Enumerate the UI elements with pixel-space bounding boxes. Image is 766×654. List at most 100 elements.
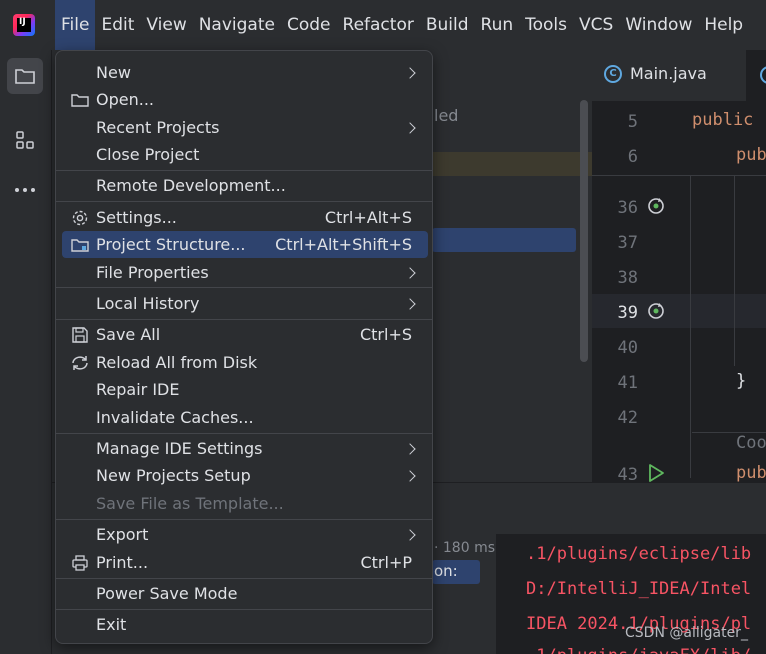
- selected-tree-row[interactable]: [432, 228, 576, 252]
- menu-item-label: Export: [96, 525, 149, 544]
- chevron-right-icon: [404, 121, 416, 134]
- menu-item-repair-ide[interactable]: Repair IDE: [62, 376, 428, 403]
- menu-item-recent-projects[interactable]: Recent Projects: [62, 114, 428, 141]
- menu-item-export[interactable]: Export: [62, 521, 428, 548]
- menu-separator: [56, 170, 432, 171]
- menu-item-file-properties[interactable]: File Properties: [62, 259, 428, 286]
- watermark-text: CSDN @alligater_: [625, 625, 748, 641]
- line-number: 41: [617, 373, 638, 393]
- structure-tool-button[interactable]: [7, 122, 43, 158]
- project-tool-button[interactable]: [7, 58, 43, 94]
- menu-navigate[interactable]: Navigate: [193, 0, 281, 50]
- highlighted-tree-row[interactable]: [432, 152, 592, 176]
- menu-item-label: Open...: [96, 90, 154, 109]
- menu-item-label: Exit: [96, 615, 127, 634]
- menu-item-new-projects-setup[interactable]: New Projects Setup: [62, 462, 428, 489]
- menu-item-label: Close Project: [96, 145, 200, 164]
- menu-item-label: Recent Projects: [96, 118, 220, 137]
- save-icon: [70, 325, 90, 345]
- code-brace: }: [736, 371, 747, 391]
- menu-edit[interactable]: Edit: [95, 0, 140, 50]
- menu-code[interactable]: Code: [281, 0, 337, 50]
- chevron-right-icon: [404, 442, 416, 455]
- line-number: 40: [617, 338, 638, 358]
- left-tool-strip: [0, 50, 52, 654]
- duration-text: · 180 ms: [434, 540, 496, 556]
- menu-refactor[interactable]: Refactor: [337, 0, 420, 50]
- menu-vcs[interactable]: VCS: [573, 0, 619, 50]
- menu-item-print[interactable]: Print... Ctrl+P: [62, 549, 428, 576]
- menu-file[interactable]: File: [55, 0, 96, 50]
- override-icon[interactable]: [646, 196, 666, 216]
- menu-item-invalidate-caches[interactable]: Invalidate Caches...: [62, 404, 428, 431]
- menu-separator: [56, 519, 432, 520]
- menu-view[interactable]: View: [140, 0, 192, 50]
- menu-separator: [56, 578, 432, 579]
- tab-main-java[interactable]: C Main.java: [604, 64, 707, 83]
- java-class-icon: C: [604, 64, 622, 83]
- menu-item-new[interactable]: New: [62, 59, 428, 86]
- menu-separator: [56, 287, 432, 288]
- menu-item-label: Save All: [96, 325, 161, 344]
- code-keyword: pub: [736, 145, 766, 165]
- folder-icon: [70, 90, 90, 110]
- menu-item-save-file-as-template: Save File as Template...: [62, 490, 428, 517]
- menu-item-shortcut: Ctrl+Alt+Shift+S: [275, 235, 412, 254]
- override-icon[interactable]: [646, 301, 666, 321]
- menu-window[interactable]: Window: [619, 0, 698, 50]
- menu-item-local-history[interactable]: Local History: [62, 290, 428, 317]
- menu-separator: [56, 201, 432, 202]
- console-line: D:/IntelliJ_IDEA/Intel: [526, 579, 752, 599]
- tab-label: Main.java: [630, 64, 707, 83]
- menu-item-label: File Properties: [96, 263, 209, 282]
- menu-item-label: Power Save Mode: [96, 584, 238, 603]
- structure-icon: [16, 131, 34, 149]
- menu-item-label: Manage IDE Settings: [96, 439, 263, 458]
- menu-item-reload-all[interactable]: Reload All from Disk: [62, 349, 428, 376]
- menu-item-power-save-mode[interactable]: Power Save Mode: [62, 580, 428, 607]
- menu-item-close-project[interactable]: Close Project: [62, 141, 428, 168]
- menu-item-remote-development[interactable]: Remote Development...: [62, 172, 428, 199]
- file-menu-dropdown: New Open... Recent Projects Close Projec…: [55, 50, 433, 644]
- menu-item-project-structure[interactable]: Project Structure... Ctrl+Alt+Shift+S: [62, 231, 428, 258]
- editor-tabbar: C Main.java: [592, 50, 766, 102]
- menu-separator: [56, 319, 432, 320]
- project-structure-icon: [70, 235, 90, 255]
- menu-item-label: Settings...: [96, 208, 177, 227]
- menu-item-open[interactable]: Open...: [62, 86, 428, 113]
- menu-item-settings[interactable]: Settings... Ctrl+Alt+S: [62, 204, 428, 231]
- menu-item-shortcut: Ctrl+S: [359, 325, 412, 344]
- more-tools-button[interactable]: [7, 172, 43, 208]
- menu-item-label: Remote Development...: [96, 176, 286, 195]
- intellij-logo-icon[interactable]: IJ: [13, 14, 35, 36]
- menu-item-exit[interactable]: Exit: [62, 611, 428, 638]
- menu-build[interactable]: Build: [420, 0, 475, 50]
- code-keyword: pub: [736, 463, 766, 483]
- menu-item-label: Local History: [96, 294, 200, 313]
- menu-separator: [56, 609, 432, 610]
- menu-item-label: Reload All from Disk: [96, 353, 258, 372]
- line-number: 42: [617, 408, 638, 428]
- menu-separator: [56, 433, 432, 434]
- menu-tools[interactable]: Tools: [519, 0, 573, 50]
- menu-run[interactable]: Run: [475, 0, 520, 50]
- print-icon: [70, 553, 90, 573]
- menu-help[interactable]: Help: [698, 0, 749, 50]
- line-number: 38: [617, 268, 638, 288]
- chevron-right-icon: [404, 266, 416, 279]
- project-scrollbar[interactable]: [580, 100, 588, 362]
- menu-item-manage-ide-settings[interactable]: Manage IDE Settings: [62, 435, 428, 462]
- line-number: 5: [627, 112, 638, 132]
- menu-item-save-all[interactable]: Save All Ctrl+S: [62, 321, 428, 348]
- run-icon[interactable]: [646, 463, 666, 483]
- menu-item-label: New Projects Setup: [96, 466, 251, 485]
- code-keyword: public: [692, 110, 754, 130]
- gear-icon: [70, 208, 90, 228]
- indent-guide: [734, 176, 735, 366]
- menu-item-label: Print...: [96, 553, 149, 572]
- line-number: 37: [617, 233, 638, 253]
- main-menubar: IJ File Edit View Navigate Code Refactor…: [0, 0, 766, 50]
- selected-run-node[interactable]: on:: [432, 560, 480, 584]
- menu-item-label: Save File as Template...: [96, 494, 284, 513]
- ellipsis-icon: [15, 188, 35, 192]
